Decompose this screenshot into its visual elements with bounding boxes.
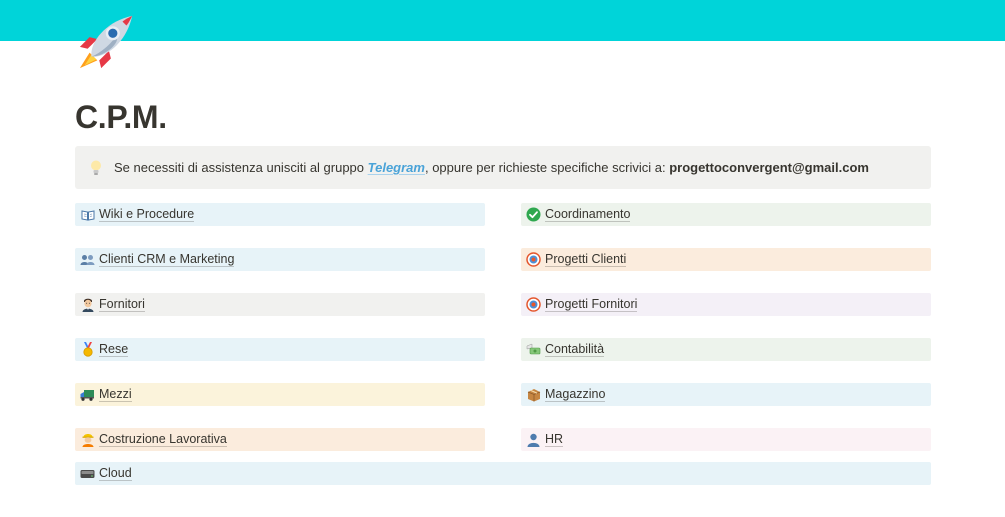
- fornitori-link[interactable]: Fornitori: [75, 293, 485, 316]
- medal-icon: [80, 342, 95, 357]
- rocket-icon[interactable]: [76, 10, 138, 72]
- hr-link[interactable]: HR: [521, 428, 931, 451]
- clienti-crm-link[interactable]: Clienti CRM e Marketing: [75, 248, 485, 271]
- wiki-procedure-label: Wiki e Procedure: [99, 207, 195, 222]
- money-wings-icon: [526, 342, 541, 357]
- construction-worker-icon: [80, 432, 95, 447]
- wiki-procedure-link[interactable]: Wiki e Procedure: [75, 203, 485, 226]
- hard-drive-icon: [80, 466, 95, 481]
- person-silhouette-icon: [526, 432, 541, 447]
- costruzione-lavorativa-link[interactable]: Costruzione Lavorativa: [75, 428, 485, 451]
- progetti-fornitori-label: Progetti Fornitori: [545, 297, 638, 312]
- mezzi-label: Mezzi: [99, 387, 132, 402]
- contabilita-label: Contabilità: [545, 342, 605, 357]
- target-icon: [526, 252, 541, 267]
- help-callout: Se necessiti di assistenza unisciti al g…: [75, 146, 931, 189]
- cloud-link[interactable]: Cloud: [75, 462, 931, 485]
- package-icon: [526, 387, 541, 402]
- mezzi-link[interactable]: Mezzi: [75, 383, 485, 406]
- contabilita-link[interactable]: Contabilità: [521, 338, 931, 361]
- progetti-clienti-label: Progetti Clienti: [545, 252, 627, 267]
- progetti-clienti-link[interactable]: Progetti Clienti: [521, 248, 931, 271]
- telegram-link[interactable]: Telegram: [368, 160, 425, 175]
- callout-text: Se necessiti di assistenza unisciti al g…: [114, 160, 869, 175]
- page-cover: [0, 0, 1005, 41]
- callout-text-middle: , oppure per richieste specifiche scrivi…: [424, 160, 670, 175]
- magazzino-label: Magazzino: [545, 387, 606, 402]
- contact-email: progettoconvergent@gmail.com: [669, 160, 869, 175]
- green-check-icon: [526, 207, 541, 222]
- people-icon: [80, 252, 95, 267]
- coordinamento-label: Coordinamento: [545, 207, 631, 222]
- hr-label: HR: [545, 432, 564, 447]
- cloud-label: Cloud: [99, 466, 132, 481]
- coordinamento-link[interactable]: Coordinamento: [521, 203, 931, 226]
- man-face-icon: [80, 297, 95, 312]
- truck-icon: [80, 387, 95, 402]
- costruzione-lavorativa-label: Costruzione Lavorativa: [99, 432, 227, 447]
- clienti-crm-label: Clienti CRM e Marketing: [99, 252, 235, 267]
- page-title: C.P.M.: [75, 99, 167, 135]
- progetti-fornitori-link[interactable]: Progetti Fornitori: [521, 293, 931, 316]
- open-book-icon: [80, 207, 95, 222]
- callout-text-before: Se necessiti di assistenza unisciti al g…: [114, 160, 368, 175]
- magazzino-link[interactable]: Magazzino: [521, 383, 931, 406]
- rese-link[interactable]: Rese: [75, 338, 485, 361]
- fornitori-label: Fornitori: [99, 297, 145, 312]
- lightbulb-icon: [91, 160, 101, 175]
- rese-label: Rese: [99, 342, 129, 357]
- target-icon: [526, 297, 541, 312]
